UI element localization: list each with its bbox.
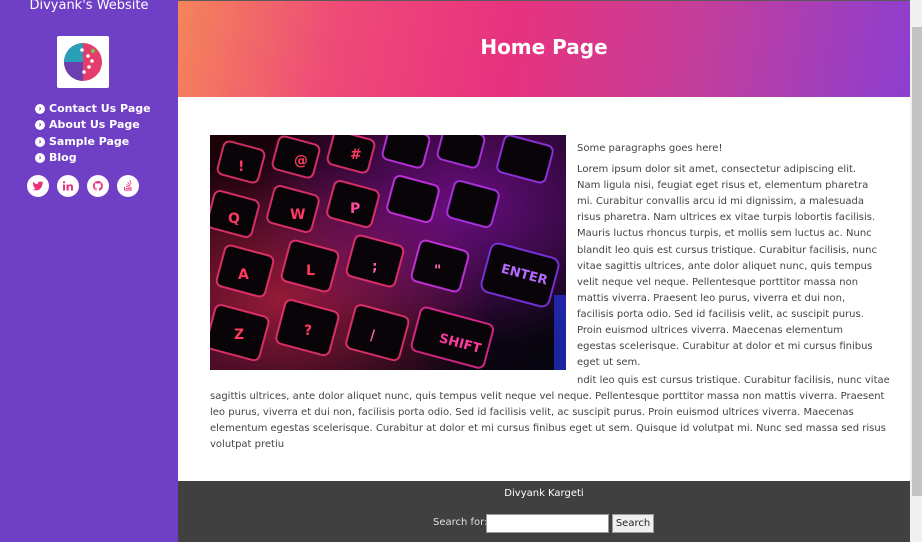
site-logo[interactable]: [57, 36, 109, 88]
social-links: [27, 175, 147, 197]
nav-item-label[interactable]: Blog: [49, 150, 77, 166]
nav-item-sample[interactable]: › Sample Page: [35, 134, 151, 150]
site-title[interactable]: Divyank's Website: [0, 0, 178, 13]
stackoverflow-link[interactable]: [117, 175, 139, 197]
chevron-circle-right-icon: ›: [35, 120, 45, 131]
svg-text:;: ;: [372, 259, 378, 275]
svg-text:/: /: [370, 328, 376, 344]
article-right-column: Some paragraphs goes here! Lorem ipsum d…: [577, 141, 881, 376]
footer-name: Divyank Kargeti: [504, 488, 584, 499]
page-footer: Divyank Kargeti Search for: Search: [178, 481, 910, 542]
svg-text:?: ?: [304, 323, 312, 339]
article-bottom: ndit leo quis est cursus tristique. Cura…: [210, 373, 890, 453]
search-label: Search for:: [433, 517, 488, 528]
chevron-circle-right-icon: ›: [35, 104, 45, 115]
linkedin-link[interactable]: [57, 175, 79, 197]
paragraph-bottom: ndit leo quis est cursus tristique. Cura…: [210, 373, 890, 453]
page-header: Home Page: [178, 0, 910, 97]
nav-item-contact-us[interactable]: › Contact Us Page: [35, 101, 151, 117]
paragraph-bottom-text: ndit leo quis est cursus tristique. Cura…: [210, 375, 890, 450]
chevron-circle-right-icon: ›: [35, 153, 45, 164]
svg-text:#: #: [350, 147, 362, 163]
twitter-icon: [32, 181, 44, 191]
paragraph-right: Lorem ipsum dolor sit amet, consectetur …: [577, 164, 877, 369]
page-title: Home Page: [480, 35, 608, 59]
github-icon: [93, 181, 103, 191]
github-link[interactable]: [87, 175, 109, 197]
keyboard-photo-icon: ! @ # Q W P A L ; " Z ? / ENTER SHIFT: [210, 135, 566, 370]
svg-text:Z: Z: [234, 327, 244, 343]
nav-item-blog[interactable]: › Blog: [35, 150, 151, 166]
intro-text: Some paragraphs goes here!: [577, 143, 723, 154]
twitter-link[interactable]: [27, 175, 49, 197]
svg-text:L: L: [306, 263, 315, 279]
linkedin-icon: [62, 181, 73, 191]
svg-text:W: W: [290, 207, 305, 223]
svg-text:Q: Q: [228, 211, 240, 227]
search-input[interactable]: [486, 514, 609, 533]
svg-text:": ": [434, 263, 441, 279]
nav-item-about-us[interactable]: › About Us Page: [35, 117, 151, 133]
keyboard-photo: ! @ # Q W P A L ; " Z ? / ENTER SHIFT: [210, 135, 566, 370]
search-button[interactable]: Search: [612, 514, 654, 533]
stackoverflow-icon: [124, 180, 132, 191]
svg-text:!: !: [238, 159, 244, 175]
sidebar: Divyank's Website › Contact Us Page › Ab…: [0, 0, 178, 542]
svg-text:@: @: [294, 153, 308, 169]
globe-dots-logo-icon: [64, 43, 102, 81]
sidebar-nav: › Contact Us Page › About Us Page › Samp…: [35, 101, 151, 166]
scrollbar-thumb[interactable]: [912, 27, 922, 496]
nav-item-label[interactable]: About Us Page: [49, 117, 140, 133]
chevron-circle-right-icon: ›: [35, 136, 45, 147]
nav-item-label[interactable]: Contact Us Page: [49, 101, 151, 117]
nav-item-label[interactable]: Sample Page: [49, 134, 129, 150]
svg-text:A: A: [238, 267, 249, 283]
svg-text:P: P: [350, 201, 360, 217]
